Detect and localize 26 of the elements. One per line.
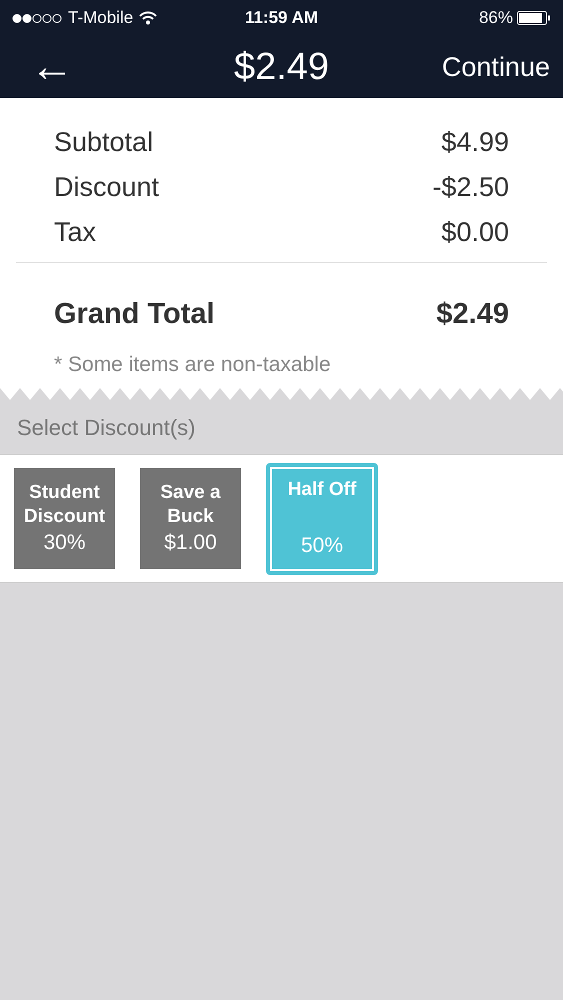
discount-value: 30% [43, 530, 86, 556]
back-button[interactable]: ← [30, 45, 74, 89]
clock-time: 11:59 AM [244, 7, 318, 30]
summary-value: $4.99 [441, 126, 509, 158]
signal-icon [12, 12, 64, 24]
continue-button[interactable]: Continue [442, 46, 550, 88]
discount-name: Save a Buck [159, 480, 222, 528]
carrier-name: T-Mobile [68, 7, 134, 30]
battery-percent: 86% [478, 7, 513, 30]
grand-total-label: Grand Total [54, 297, 215, 332]
summary-label: Subtotal [54, 126, 154, 158]
summary-label: Discount [54, 171, 160, 203]
discount-name: Half Off [286, 478, 358, 502]
grand-total-value: $2.49 [436, 297, 509, 332]
summary-value: $0.00 [441, 216, 509, 248]
discount-name: Student Discount [22, 480, 106, 528]
discount-tile[interactable]: Student Discount 30% [14, 468, 115, 569]
summary-label: Tax [54, 216, 96, 248]
summary-value: -$2.50 [432, 171, 509, 203]
tax-note: * Some items are non-taxable [53, 352, 332, 378]
discount-tile[interactable]: Save a Buck $1.00 [140, 468, 241, 569]
header-title: $2.49 [234, 44, 330, 90]
battery-icon [517, 11, 551, 25]
discount-value: 50% [300, 532, 344, 558]
wifi-icon [139, 11, 158, 25]
discount-value: $1.00 [164, 530, 217, 556]
